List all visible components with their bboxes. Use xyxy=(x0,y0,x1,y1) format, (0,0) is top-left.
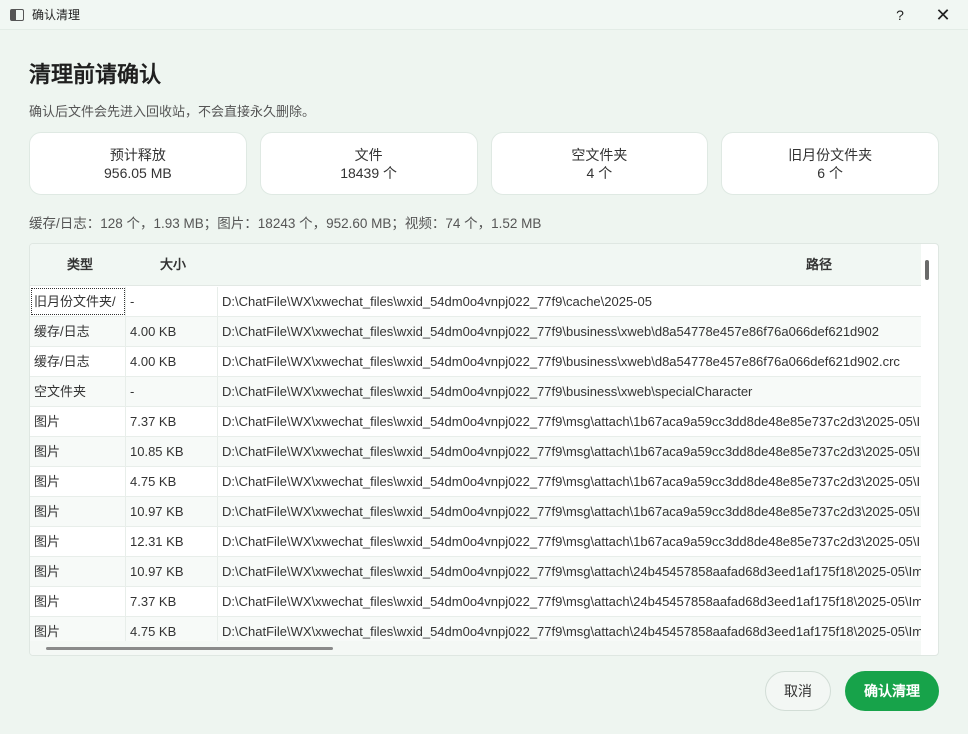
cell-path: D:\ChatFile\WX\xwechat_files\wxid_54dm0o… xyxy=(222,444,921,459)
stat-value: 4 个 xyxy=(586,164,613,181)
table-row[interactable]: 缓存/日志 4.00 KB D:\ChatFile\WX\xwechat_files… xyxy=(30,347,921,377)
cell-path: D:\ChatFile\WX\xwechat_files\wxid_54dm0o… xyxy=(222,414,921,429)
cell-type: 图片 xyxy=(30,437,126,466)
table-row[interactable]: 图片 4.75 KB D:\ChatFile\WX\xwechat_files\wx… xyxy=(30,617,921,641)
cell-path: D:\ChatFile\WX\xwechat_files\wxid_54dm0o… xyxy=(222,294,652,309)
cell-path: D:\ChatFile\WX\xwechat_files\wxid_54dm0o… xyxy=(222,564,921,579)
cell-size: 4.00 KB xyxy=(126,317,218,346)
horizontal-scrollbar[interactable] xyxy=(46,647,333,650)
column-header-path[interactable]: 路径 xyxy=(806,244,832,286)
cell-path: D:\ChatFile\WX\xwechat_files\wxid_54dm0o… xyxy=(222,624,921,639)
cell-size: - xyxy=(126,377,218,406)
page-title: 清理前请确认 xyxy=(29,62,162,87)
cell-type: 缓存/日志 xyxy=(30,317,126,346)
close-icon[interactable]: ✕ xyxy=(930,5,956,25)
cell-path: D:\ChatFile\WX\xwechat_files\wxid_54dm0o… xyxy=(222,534,921,549)
cell-type: 图片 xyxy=(30,527,126,556)
table-row[interactable]: 空文件夹 - D:\ChatFile\WX\xwechat_files\wxid_5… xyxy=(30,377,921,407)
cell-path: D:\ChatFile\WX\xwechat_files\wxid_54dm0o… xyxy=(222,474,921,489)
cell-type: 图片 xyxy=(30,497,126,526)
table-row[interactable]: 缓存/日志 4.00 KB D:\ChatFile\WX\xwechat_files… xyxy=(30,317,921,347)
cell-path: D:\ChatFile\WX\xwechat_files\wxid_54dm0o… xyxy=(222,324,879,339)
cell-path: D:\ChatFile\WX\xwechat_files\wxid_54dm0o… xyxy=(222,384,753,399)
cell-size: 4.75 KB xyxy=(126,617,218,641)
table-row[interactable]: 旧月份文件夹/- D:\ChatFile\WX\xwechat_files\wxi… xyxy=(30,287,921,317)
title-bar: 确认清理 ? ✕ xyxy=(0,0,968,30)
cell-size: 7.37 KB xyxy=(126,407,218,436)
cancel-button[interactable]: 取消 xyxy=(765,671,831,711)
cell-size: 10.85 KB xyxy=(126,437,218,466)
stat-card-old-month-folders: 旧月份文件夹 6 个 xyxy=(721,132,939,195)
cell-type: 图片 xyxy=(30,467,126,496)
table-row[interactable]: 图片 10.97 KB D:\ChatFile\WX\xwechat_files\w… xyxy=(30,497,921,527)
app-window-icon xyxy=(10,8,24,21)
cell-path: D:\ChatFile\WX\xwechat_files\wxid_54dm0o… xyxy=(222,354,900,369)
table-body: 旧月份文件夹/- D:\ChatFile\WX\xwechat_files\wxi… xyxy=(30,287,921,641)
stat-value: 956.05 MB xyxy=(104,164,172,181)
cell-type: 图片 xyxy=(30,407,126,436)
cell-type: 空文件夹 xyxy=(30,377,126,406)
cell-size: 10.97 KB xyxy=(126,497,218,526)
stat-card-empty-folders: 空文件夹 4 个 xyxy=(490,132,709,195)
confirm-clean-button[interactable]: 确认清理 xyxy=(845,671,939,711)
vertical-scrollbar[interactable] xyxy=(925,260,929,280)
window-title: 确认清理 xyxy=(32,8,81,22)
cell-type: 缓存/日志 xyxy=(30,347,126,376)
cell-type: 图片 xyxy=(30,587,126,616)
category-summary: 缓存/日志：128 个，1.93 MB；图片：18243 个，952.60 MB… xyxy=(29,216,542,231)
help-icon[interactable]: ? xyxy=(888,5,912,25)
table-row[interactable]: 图片 10.85 KB D:\ChatFile\WX\xwechat_files\w… xyxy=(30,437,921,467)
horizontal-scrollbar-track xyxy=(30,641,921,655)
cell-size: - xyxy=(126,287,218,316)
cell-size: 4.00 KB xyxy=(126,347,218,376)
stat-card-files: 文件 18439 个 xyxy=(259,132,478,195)
table-row[interactable]: 图片 4.75 KB D:\ChatFile\WX\xwechat_files\wx… xyxy=(30,467,921,497)
cell-size: 7.37 KB xyxy=(126,587,218,616)
stat-label: 旧月份文件夹 xyxy=(788,146,873,163)
table-row[interactable]: 图片 7.37 KB D:\ChatFile\WX\xwechat_files\wx… xyxy=(30,407,921,437)
cell-type: 旧月份文件夹/ xyxy=(30,287,126,316)
file-table[interactable]: 类型 大小 路径 旧月份文件夹/- D:\ChatFile\WX\xwechat_… xyxy=(29,243,939,656)
cell-type: 图片 xyxy=(30,617,126,641)
column-header-type[interactable]: 类型 xyxy=(67,244,93,286)
cell-size: 10.97 KB xyxy=(126,557,218,586)
stat-value: 18439 个 xyxy=(340,164,398,181)
column-header-size[interactable]: 大小 xyxy=(160,244,186,286)
stats-cards: 预计释放 956.05 MB 文件 18439 个 空文件夹 4 个 旧月份文件… xyxy=(29,132,939,195)
stat-label: 预计释放 xyxy=(109,146,166,163)
cell-size: 12.31 KB xyxy=(126,527,218,556)
cell-path: D:\ChatFile\WX\xwechat_files\wxid_54dm0o… xyxy=(222,594,921,609)
page-subtitle: 确认后文件会先进入回收站，不会直接永久删除。 xyxy=(29,104,316,119)
table-header: 类型 大小 路径 xyxy=(30,244,921,286)
table-row[interactable]: 图片 10.97 KB D:\ChatFile\WX\xwechat_files\w… xyxy=(30,557,921,587)
stat-value: 6 个 xyxy=(817,164,843,181)
cell-path: D:\ChatFile\WX\xwechat_files\wxid_54dm0o… xyxy=(222,504,921,519)
table-row[interactable]: 图片 7.37 KB D:\ChatFile\WX\xwechat_files\wx… xyxy=(30,587,921,617)
stat-label: 空文件夹 xyxy=(571,146,628,163)
stat-card-release: 预计释放 956.05 MB xyxy=(29,132,247,195)
table-row[interactable]: 图片 12.31 KB D:\ChatFile\WX\xwechat_files\w… xyxy=(30,527,921,557)
cell-size: 4.75 KB xyxy=(126,467,218,496)
stat-label: 文件 xyxy=(354,146,383,163)
cell-type: 图片 xyxy=(30,557,126,586)
